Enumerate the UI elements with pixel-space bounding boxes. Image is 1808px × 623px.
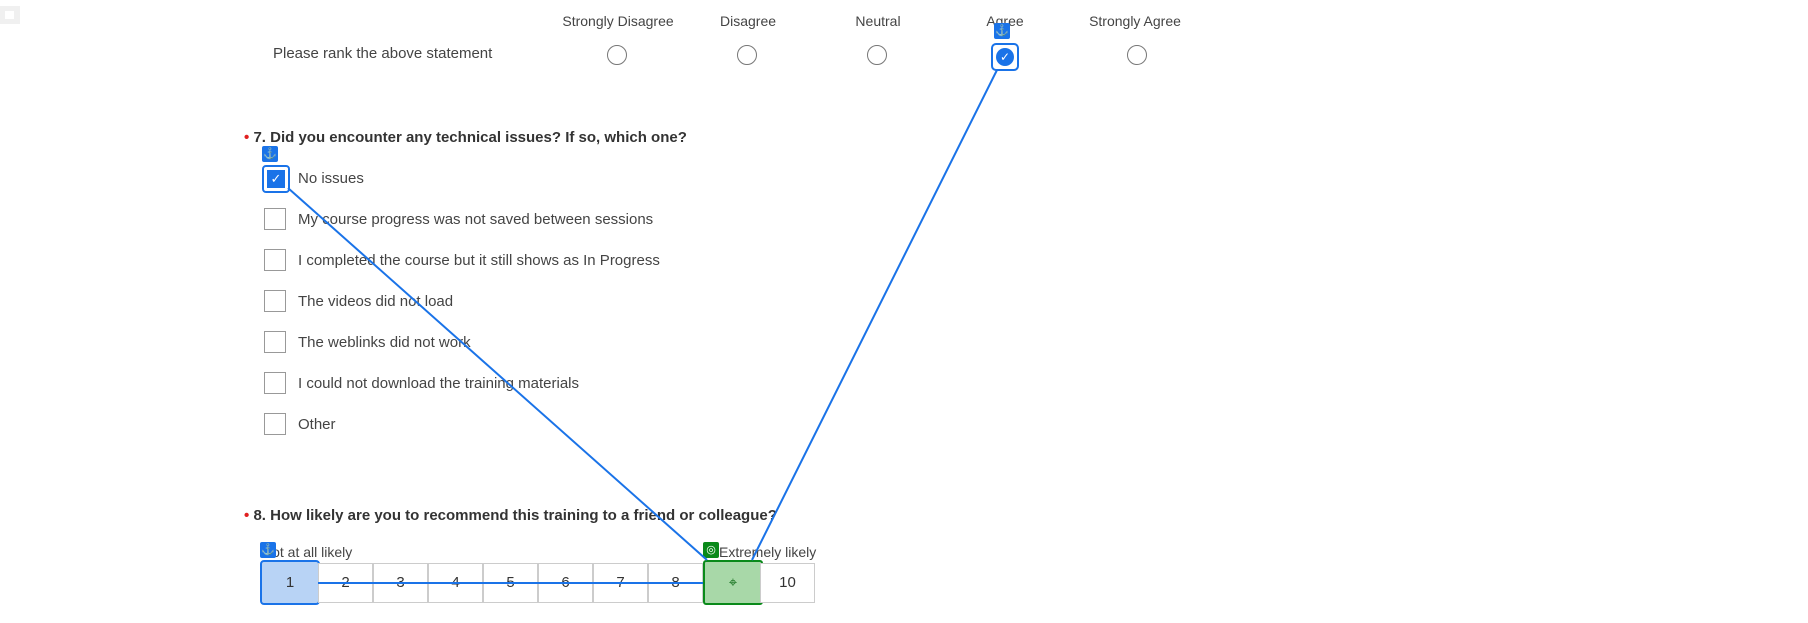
- connector-overlay: [287, 69, 998, 584]
- connector-line: [287, 187, 708, 561]
- connector-line: [751, 69, 998, 561]
